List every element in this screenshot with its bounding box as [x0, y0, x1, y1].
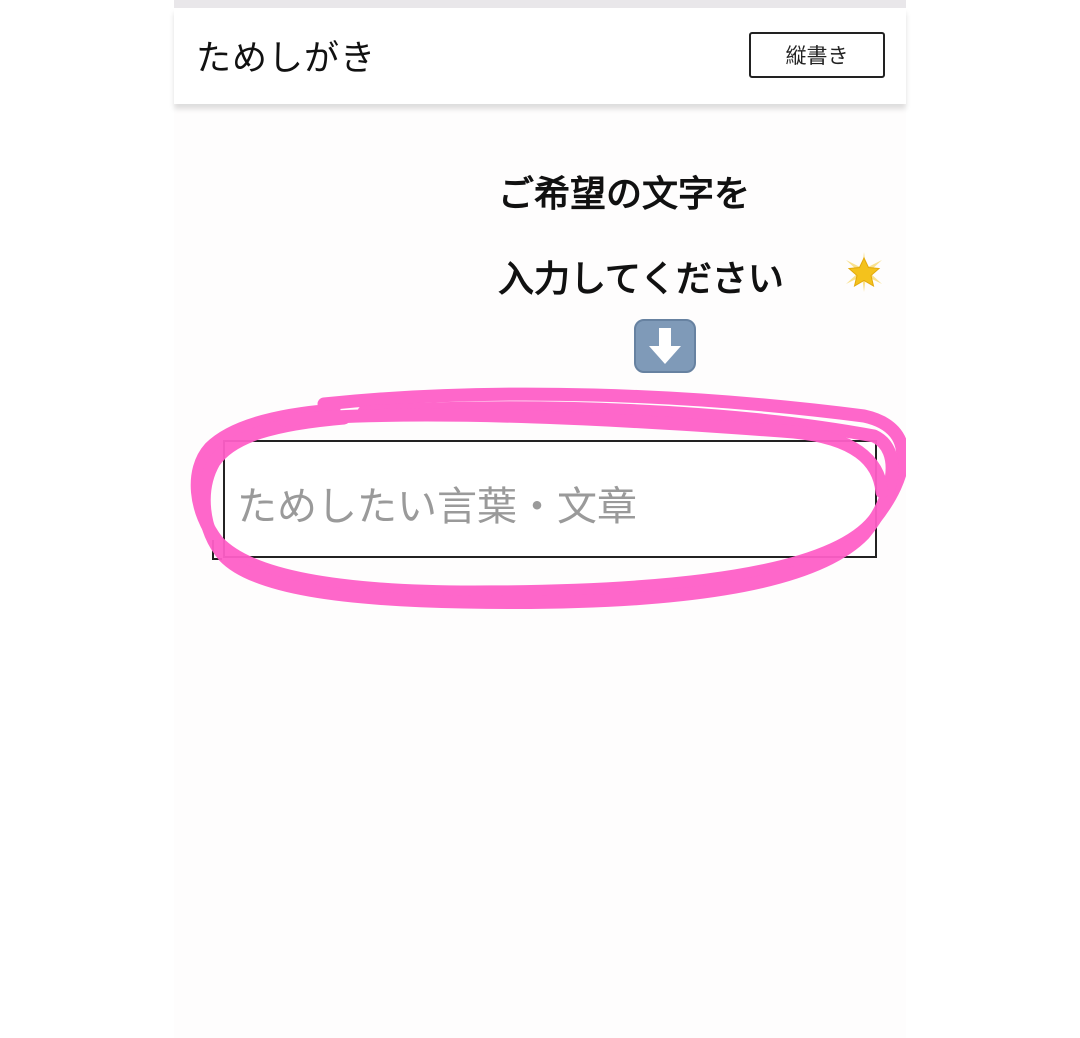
- top-edge: [174, 0, 906, 8]
- phone-screen: ためしがき 縦書き ご希望の文字を 入力してください ためしたい言葉・文章: [174, 0, 906, 1038]
- text-input[interactable]: ためしたい言葉・文章: [223, 440, 877, 558]
- app-header: ためしがき 縦書き: [174, 8, 906, 104]
- app-title: ためしがき: [196, 39, 377, 79]
- down-arrow-icon: [634, 319, 696, 373]
- instruction-line-1: ご希望の文字を: [498, 174, 751, 215]
- input-placeholder: ためしたい言葉・文章: [237, 484, 637, 530]
- vertical-writing-button[interactable]: 縦書き: [749, 32, 885, 78]
- screenshot-frame: ためしがき 縦書き ご希望の文字を 入力してください ためしたい言葉・文章: [0, 0, 1080, 1038]
- instruction-line-2: 入力してください: [498, 259, 784, 300]
- input-corner-mark: [212, 540, 222, 560]
- glowing-star-icon: [846, 252, 882, 292]
